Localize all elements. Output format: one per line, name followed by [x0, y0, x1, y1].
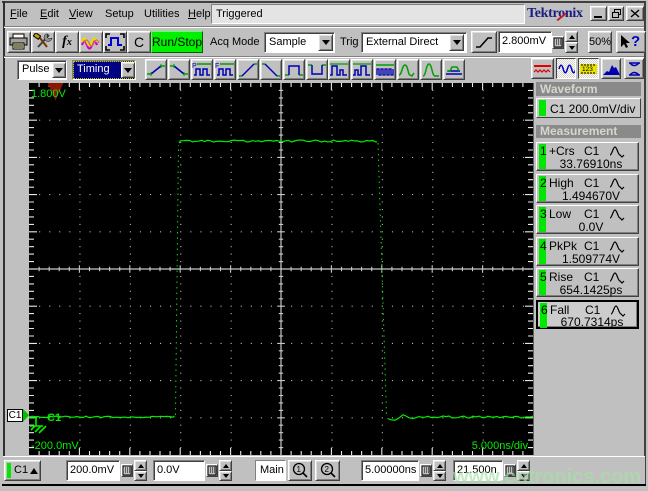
svg-text:2: 2	[324, 465, 329, 474]
svg-text:123: 123	[582, 66, 593, 73]
svg-text:1: 1	[297, 465, 302, 474]
